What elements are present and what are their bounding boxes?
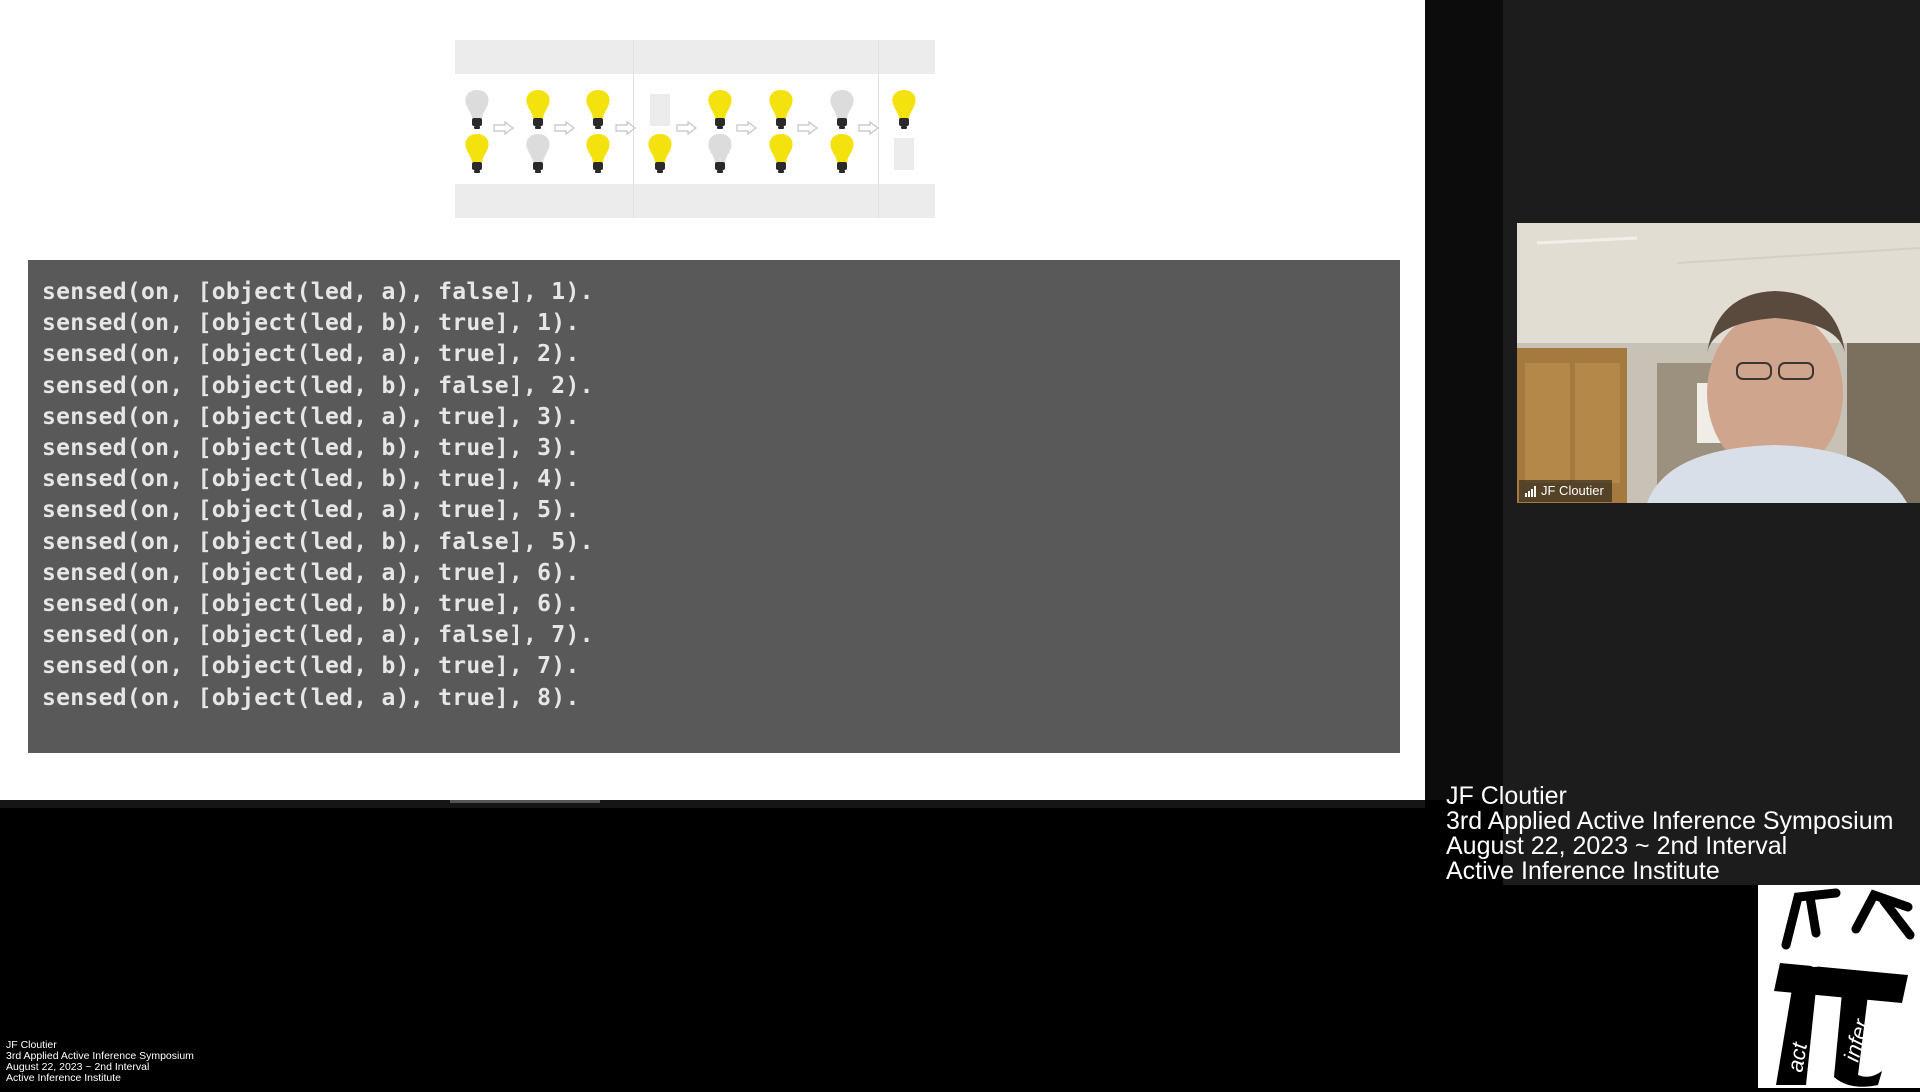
- logo-word-serve: serve: [1810, 946, 1869, 973]
- code-line: sensed(on, [object(led, b), true], 4).: [42, 466, 580, 493]
- code-line: sensed(on, [object(led, a), false], 7).: [42, 622, 594, 649]
- caption-name: JF Cloutier: [1446, 782, 1567, 810]
- bulb-on-icon: [766, 88, 796, 132]
- arrow-right-icon: [736, 120, 758, 136]
- shared-slide: sensed(on, [object(led, a), false], 1). s…: [0, 0, 1425, 800]
- code-line: sensed(on, [object(led, a), true], 5).: [42, 497, 580, 524]
- bulb-on-icon: [705, 88, 735, 132]
- arrow-right-icon: [676, 120, 698, 136]
- code-line: sensed(on, [object(led, b), true], 6).: [42, 591, 580, 618]
- divider: [1425, 0, 1503, 800]
- diagram-bottom-band: [455, 184, 935, 218]
- participant-video-icon: [1517, 223, 1920, 503]
- speaker-caption: JF Cloutier 3rd Applied Active Inference…: [1446, 784, 1920, 884]
- code-line: sensed(on, [object(led, a), true], 6).: [42, 559, 580, 586]
- pi-logo-icon: serve act infer: [1774, 888, 1915, 1087]
- diagram-top-band: [455, 40, 935, 74]
- code-lines: sensed(on, [object(led, a), false], 1). s…: [42, 277, 594, 714]
- bulb-on-icon: [889, 88, 919, 132]
- bulb-on-icon: [645, 132, 675, 176]
- code-line: sensed(on, [object(led, a), false], 1).: [42, 279, 594, 305]
- caption-org: Active Inference Institute: [1446, 857, 1720, 885]
- bulb-placeholder: [645, 88, 675, 132]
- institute-logo: serve act infer: [1758, 885, 1920, 1088]
- bulb-placeholder: [889, 132, 919, 176]
- code-line: sensed(on, [object(led, a), true], 2).: [42, 341, 580, 368]
- arrow-right-icon: [554, 120, 576, 136]
- led-bulb-diagram: [455, 40, 935, 218]
- arrow-right-icon: [493, 120, 515, 136]
- code-line: sensed(on, [object(led, b), true], 7).: [42, 653, 580, 680]
- bulb-off-icon: [827, 88, 857, 132]
- bulb-on-icon: [523, 88, 553, 132]
- signal-bars-icon: [1525, 485, 1536, 497]
- scrollbar-thumb[interactable]: [450, 800, 600, 803]
- bulb-off-icon: [462, 88, 492, 132]
- code-line: sensed(on, [object(led, b), false], 2).: [42, 372, 594, 399]
- code-line: sensed(on, [object(led, a), true], 3).: [42, 403, 580, 430]
- caption-date: August 22, 2023 ~ 2nd Interval: [1446, 832, 1788, 860]
- code-panel: sensed(on, [object(led, a), false], 1). s…: [28, 260, 1400, 753]
- code-line: sensed(on, [object(led, a), true], 8).: [42, 684, 580, 711]
- small-caption-org: Active Inference Institute: [6, 1072, 121, 1084]
- code-line: sensed(on, [object(led, b), false], 5).: [42, 528, 594, 555]
- bulb-on-icon: [583, 132, 613, 176]
- arrow-right-icon: [615, 120, 637, 136]
- participant-video-tile[interactable]: [1517, 223, 1920, 503]
- bulb-on-icon: [462, 132, 492, 176]
- screen-share-bottom-bar: [0, 800, 1425, 808]
- code-line: sensed(on, [object(led, b), true], 1).: [42, 310, 580, 337]
- code-line: sensed(on, [object(led, b), true], 3).: [42, 435, 580, 462]
- participant-name-tag: JF Cloutier: [1519, 480, 1612, 502]
- arrow-right-icon: [797, 120, 819, 136]
- caption-event: 3rd Applied Active Inference Symposium: [1446, 807, 1894, 835]
- logo-word-act: act: [1782, 1040, 1812, 1074]
- bulb-off-icon: [523, 132, 553, 176]
- arrow-right-icon: [858, 120, 880, 136]
- bulb-on-icon: [766, 132, 796, 176]
- bulb-on-icon: [827, 132, 857, 176]
- bulb-off-icon: [705, 132, 735, 176]
- participant-name: JF Cloutier: [1541, 483, 1604, 498]
- bulb-on-icon: [583, 88, 613, 132]
- small-caption: JF Cloutier 3rd Applied Active Inference…: [6, 1040, 194, 1084]
